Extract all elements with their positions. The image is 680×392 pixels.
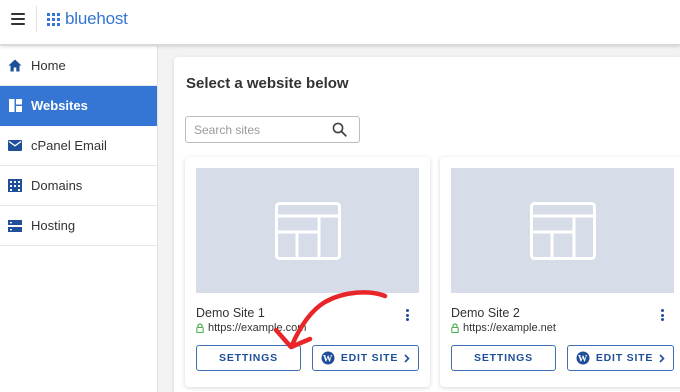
svg-text:W: W — [578, 354, 588, 364]
bluehost-logo[interactable]: bluehost — [47, 9, 128, 29]
wordpress-icon: W — [321, 351, 335, 365]
more-options-icon[interactable] — [402, 307, 412, 323]
chevron-right-icon — [659, 353, 665, 363]
divider — [36, 6, 37, 32]
search-input[interactable] — [194, 121, 324, 138]
sidebar: Home Websites cPanel Email Domains Hosti… — [0, 46, 158, 392]
site-url[interactable]: https://example.com — [196, 322, 306, 334]
logo-text: bluehost — [65, 9, 128, 28]
chevron-right-icon — [404, 353, 410, 363]
site-url[interactable]: https://example.net — [451, 322, 556, 334]
logo-grid-icon — [47, 12, 60, 26]
sidebar-item-label: Hosting — [31, 218, 76, 233]
edit-site-button-label: EDIT SITE — [595, 352, 654, 364]
svg-text:W: W — [323, 354, 333, 364]
site-thumbnail[interactable] — [451, 168, 674, 293]
site-name: Demo Site 1 — [196, 306, 265, 320]
sidebar-item-home[interactable]: Home — [0, 46, 157, 86]
top-bar: bluehost — [0, 0, 680, 45]
lock-icon — [196, 323, 204, 333]
hosting-server-icon — [8, 219, 22, 233]
sidebar-item-label: Websites — [31, 98, 88, 113]
home-icon — [8, 59, 22, 73]
websites-grid-icon — [8, 99, 22, 113]
search-icon[interactable] — [332, 122, 347, 137]
settings-button[interactable]: SETTINGS — [196, 345, 301, 371]
menu-icon[interactable] — [11, 13, 25, 25]
websites-panel: Select a website below Demo Site 1 https… — [174, 57, 680, 392]
search-field[interactable] — [185, 116, 360, 143]
sidebar-item-label: cPanel Email — [31, 138, 107, 153]
settings-button-label: SETTINGS — [474, 352, 533, 364]
domains-building-icon — [8, 179, 22, 193]
mail-icon — [8, 139, 22, 153]
sidebar-item-label: Domains — [31, 178, 83, 193]
site-thumbnail[interactable] — [196, 168, 419, 293]
edit-site-button[interactable]: W EDIT SITE — [567, 345, 674, 371]
site-card[interactable]: Demo Site 2 https://example.net SETTINGS… — [440, 157, 680, 387]
page-title: Select a website below — [186, 75, 349, 92]
layout-placeholder-icon — [274, 201, 341, 260]
lock-icon — [451, 323, 459, 333]
site-card[interactable]: Demo Site 1 https://example.com SETTINGS… — [185, 157, 430, 387]
layout-placeholder-icon — [529, 201, 596, 260]
sidebar-item-websites[interactable]: Websites — [0, 86, 157, 126]
wordpress-icon: W — [576, 351, 590, 365]
settings-button-label: SETTINGS — [219, 352, 278, 364]
edit-site-button[interactable]: W EDIT SITE — [312, 345, 419, 371]
site-name: Demo Site 2 — [451, 306, 520, 320]
site-url-text[interactable]: https://example.net — [463, 322, 556, 334]
sidebar-item-cpanel-email[interactable]: cPanel Email — [0, 126, 157, 166]
more-options-icon[interactable] — [657, 307, 667, 323]
settings-button[interactable]: SETTINGS — [451, 345, 556, 371]
edit-site-button-label: EDIT SITE — [340, 352, 399, 364]
sidebar-item-label: Home — [31, 58, 66, 73]
sidebar-item-domains[interactable]: Domains — [0, 166, 157, 206]
sidebar-item-hosting[interactable]: Hosting — [0, 206, 157, 246]
site-url-text[interactable]: https://example.com — [208, 322, 306, 334]
